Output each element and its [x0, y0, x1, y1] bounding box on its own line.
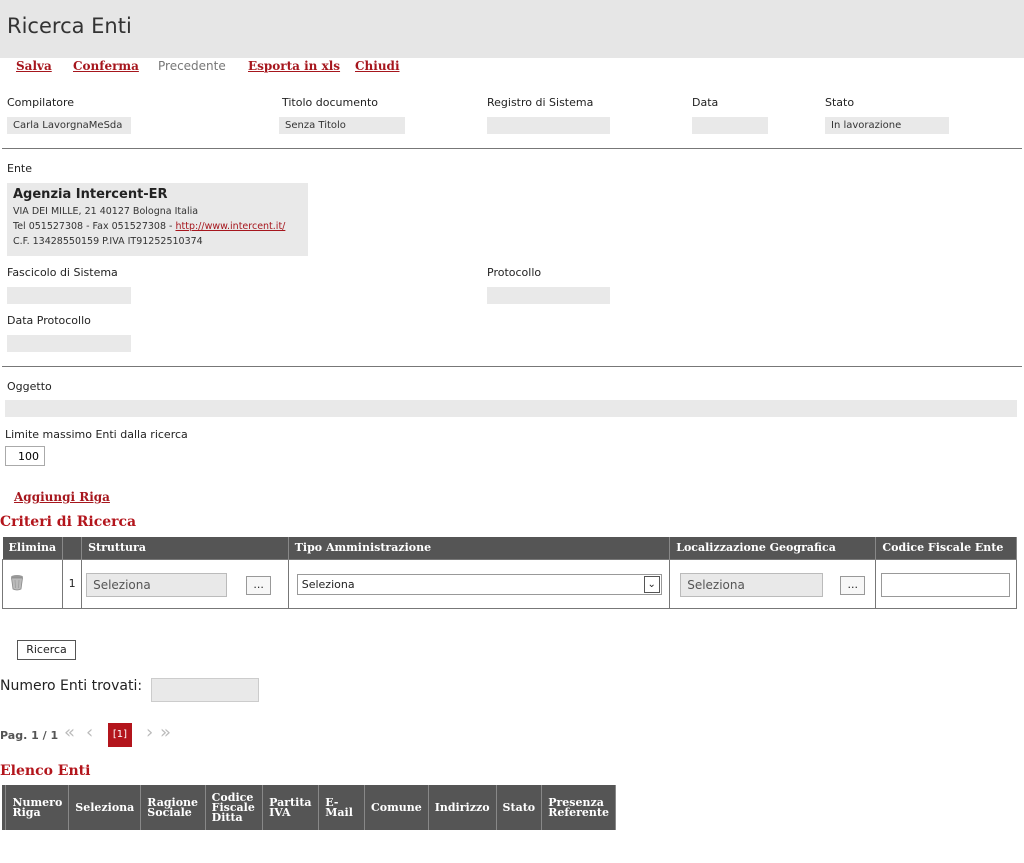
row-number: 1	[62, 558, 83, 609]
data-label: Data	[692, 96, 719, 109]
col-comune: Comune	[364, 785, 429, 830]
first-page-icon[interactable]: «	[64, 722, 77, 743]
precedente-button: Precedente	[158, 59, 226, 73]
numero-enti-label: Numero Enti trovati:	[0, 678, 143, 694]
limite-input[interactable]	[5, 446, 45, 466]
ente-contacts: Tel 051527308 - Fax 051527308 - http://w…	[13, 219, 302, 234]
tipo-cell: Seleziona ⌄	[287, 558, 671, 609]
titolo-documento-field: Senza Titolo	[279, 117, 405, 134]
col-partita-iva: Partita IVA	[262, 785, 320, 830]
chiudi-button[interactable]: Chiudi	[355, 59, 400, 73]
numero-enti-field	[151, 678, 259, 702]
codice-fiscale-input[interactable]	[881, 572, 1011, 597]
ente-card: Agenzia Intercent-ER VIA DEI MILLE, 21 4…	[7, 183, 308, 256]
col-presenza-referente: Presenza Referente	[541, 785, 616, 830]
tipo-amministrazione-select[interactable]: Seleziona ⌄	[296, 573, 662, 595]
current-page-badge[interactable]: [1]	[108, 723, 132, 747]
criteri-title: Criteri di Ricerca	[0, 514, 137, 530]
criteri-table: Elimina Struttura Tipo Amministrazione L…	[1, 537, 1017, 609]
pagination-info: Pag. 1 / 1	[0, 729, 58, 742]
page-header: Ricerca Enti	[0, 0, 1024, 58]
col-elimina: Elimina	[2, 537, 64, 559]
ente-name: Agenzia Intercent-ER	[13, 187, 168, 202]
col-numero-riga: Numero Riga	[5, 785, 70, 830]
compilatore-field: Carla LavorgnaMeSda	[7, 117, 131, 134]
col-localizzazione: Localizzazione Geografica	[669, 537, 877, 559]
page-title: Ricerca Enti	[7, 14, 132, 38]
col-seleziona: Seleziona	[68, 785, 142, 830]
aggiungi-riga-link[interactable]: Aggiungi Riga	[14, 490, 110, 504]
pagination-separator: /	[42, 729, 47, 742]
last-page-icon[interactable]: »	[160, 722, 171, 743]
fascicolo-field	[7, 287, 131, 304]
elimina-cell	[1, 558, 64, 609]
divider	[2, 148, 1022, 149]
limite-label: Limite massimo Enti dalla ricerca	[5, 428, 188, 441]
pagination-current: 1	[31, 729, 39, 742]
col-ragione-sociale: Ragione Sociale	[140, 785, 206, 830]
fascicolo-label: Fascicolo di Sistema	[7, 266, 118, 279]
struttura-picker[interactable]: Seleziona	[86, 572, 228, 597]
codice-fiscale-cell	[875, 558, 1017, 609]
trash-icon[interactable]	[9, 573, 25, 591]
oggetto-field	[5, 400, 1017, 417]
struttura-cell: Seleziona ...	[81, 558, 289, 609]
oggetto-label: Oggetto	[7, 380, 52, 393]
localizzazione-browse-button[interactable]: ...	[840, 575, 866, 595]
divider	[2, 366, 1022, 367]
data-protocollo-field	[7, 335, 131, 352]
pagination-label: Pag.	[0, 729, 28, 742]
prev-page-icon[interactable]: ‹	[86, 722, 93, 743]
ente-website-link[interactable]: http://www.intercent.it/	[175, 221, 285, 232]
col-tipo-amministrazione: Tipo Amministrazione	[288, 537, 671, 559]
registro-sistema-label: Registro di Sistema	[487, 96, 594, 109]
col-stato: Stato	[496, 785, 543, 830]
col-num	[62, 537, 83, 559]
registro-sistema-field	[487, 117, 610, 134]
stato-label: Stato	[825, 96, 855, 109]
data-protocollo-label: Data Protocollo	[7, 314, 91, 327]
ricerca-button[interactable]: Ricerca	[17, 640, 76, 660]
col-codice-fiscale-ditta: Codice Fiscale Ditta	[205, 785, 264, 830]
ente-address: VIA DEI MILLE, 21 40127 Bologna Italia	[13, 206, 199, 217]
ente-phone-fax: Tel 051527308 - Fax 051527308 -	[13, 221, 176, 232]
next-page-icon[interactable]: ›	[146, 722, 153, 743]
chevron-down-icon[interactable]: ⌄	[643, 575, 660, 593]
col-codice-fiscale: Codice Fiscale Ente	[875, 537, 1017, 559]
titolo-documento-label: Titolo documento	[282, 96, 378, 109]
col-indirizzo: Indirizzo	[428, 785, 497, 830]
localizzazione-cell: Seleziona ...	[669, 558, 877, 609]
protocollo-field	[487, 287, 610, 304]
ente-label: Ente	[7, 162, 33, 175]
struttura-browse-button[interactable]: ...	[246, 575, 272, 595]
compilatore-label: Compilatore	[7, 96, 75, 109]
col-struttura: Struttura	[81, 537, 289, 559]
ente-fiscal: C.F. 13428550159 P.IVA IT91252510374	[13, 236, 203, 247]
protocollo-label: Protocollo	[487, 266, 542, 279]
esporta-xls-button[interactable]: Esporta in xls	[248, 59, 340, 73]
conferma-button[interactable]: Conferma	[73, 59, 139, 73]
criteri-row: 1 Seleziona ... Seleziona ⌄ Seleziona ..…	[1, 558, 1017, 609]
salva-button[interactable]: Salva	[16, 59, 52, 73]
pagination-total: 1	[50, 729, 59, 742]
stato-field: In lavorazione	[825, 117, 949, 134]
tipo-selected-value: Seleziona	[301, 577, 355, 591]
col-email: E-Mail	[318, 785, 365, 830]
localizzazione-picker[interactable]: Seleziona	[680, 572, 824, 597]
data-field	[692, 117, 768, 134]
elenco-table: Numero Riga Seleziona Ragione Sociale Co…	[2, 785, 616, 830]
elenco-title: Elenco Enti	[0, 763, 91, 779]
